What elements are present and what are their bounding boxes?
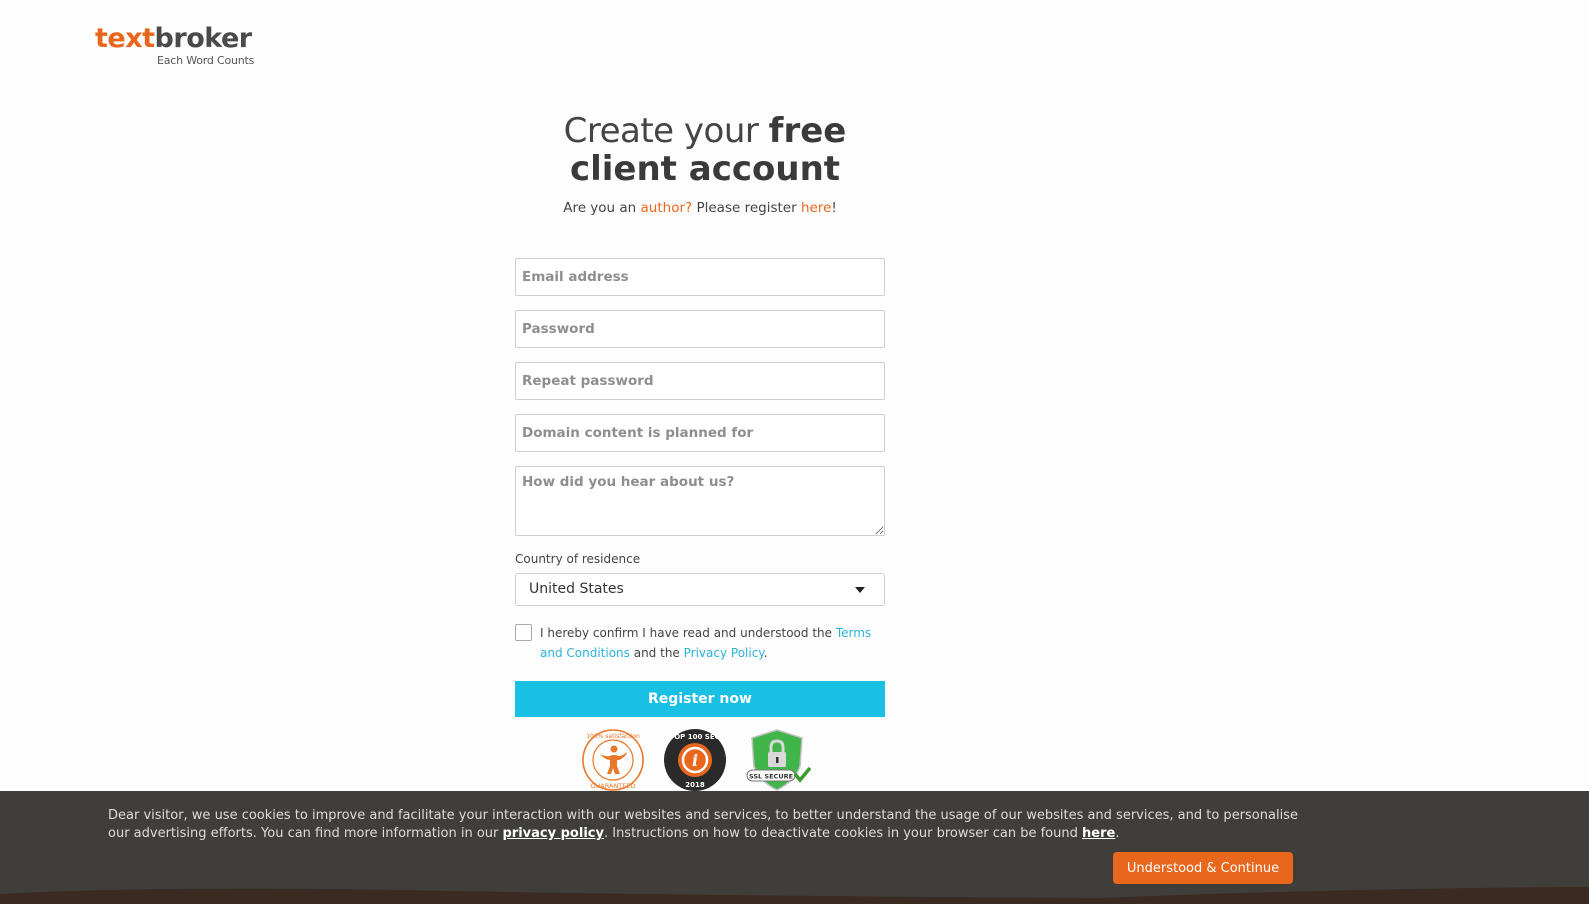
cookie-text-part3: . xyxy=(1115,826,1120,841)
email-field[interactable] xyxy=(515,258,885,296)
terms-consent-text: I hereby confirm I have read and underst… xyxy=(540,623,885,663)
trust-badges: 100% satisfaction GUARANTEED i TOP 100 S… xyxy=(580,728,820,792)
page-title: Create your free client account xyxy=(0,112,1410,188)
logo-broker-part: broker xyxy=(154,23,253,54)
satisfaction-guaranteed-badge: 100% satisfaction GUARANTEED xyxy=(582,729,644,791)
top-100-seo-badge: i TOP 100 SEO 2018 xyxy=(664,729,726,791)
consent-middle: and the xyxy=(629,646,684,660)
logo-wordmark: textbroker xyxy=(95,24,265,54)
badge-bottom-text: GUARANTEED xyxy=(591,782,636,790)
author-link[interactable]: author? xyxy=(641,200,693,216)
footer-decoration xyxy=(0,887,1589,904)
password-field[interactable] xyxy=(515,310,885,348)
seo-badge-top-text: TOP 100 SEO xyxy=(669,733,720,741)
register-button[interactable]: Register now xyxy=(515,681,885,717)
title-bold-account: client account xyxy=(569,149,841,189)
cookie-banner-text: Dear visitor, we use cookies to improve … xyxy=(108,807,1308,843)
terms-consent: I hereby confirm I have read and underst… xyxy=(515,623,885,667)
referral-source-textarea[interactable] xyxy=(515,466,885,536)
ssl-label: SSL SECURE xyxy=(749,773,793,781)
logo-tagline: Each Word Counts xyxy=(157,54,255,67)
logo-text-part: text xyxy=(95,23,155,54)
cookie-privacy-policy-link[interactable]: privacy policy xyxy=(503,826,604,841)
textbroker-logo[interactable]: textbroker Each Word Counts xyxy=(95,24,265,74)
subline-middle: Please register xyxy=(692,200,801,216)
subline-suffix: ! xyxy=(831,200,837,216)
terms-checkbox[interactable] xyxy=(515,624,532,641)
consent-suffix: . xyxy=(763,646,768,660)
author-register-here-link[interactable]: here xyxy=(801,200,831,216)
seo-badge-year: 2018 xyxy=(685,781,705,789)
cookie-text-part2: . Instructions on how to deactivate cook… xyxy=(603,826,1082,841)
registration-form: Country of residence United States I her… xyxy=(515,258,885,717)
domain-field[interactable] xyxy=(515,414,885,452)
repeat-password-field[interactable] xyxy=(515,362,885,400)
person-icon xyxy=(600,745,627,774)
title-light-part: Create your xyxy=(563,111,769,151)
cookie-deactivate-here-link[interactable]: here xyxy=(1082,826,1115,841)
badge-top-text: 100% satisfaction xyxy=(586,733,640,740)
country-selected-value: United States xyxy=(529,581,624,597)
country-select[interactable]: United States xyxy=(515,573,885,606)
country-label: Country of residence xyxy=(515,552,641,566)
accept-cookies-button[interactable]: Understood & Continue xyxy=(1113,852,1293,884)
author-register-prompt: Are you an author? Please register here! xyxy=(0,200,1400,216)
ssl-secure-badge: SSL SECURE xyxy=(746,729,812,791)
consent-prefix: I hereby confirm I have read and underst… xyxy=(540,626,836,640)
info-icon: i xyxy=(692,751,698,770)
title-bold-free: free xyxy=(768,111,847,151)
caret-down-icon xyxy=(855,587,865,593)
subline-prefix: Are you an xyxy=(563,200,641,216)
privacy-policy-link[interactable]: Privacy Policy xyxy=(684,646,764,660)
